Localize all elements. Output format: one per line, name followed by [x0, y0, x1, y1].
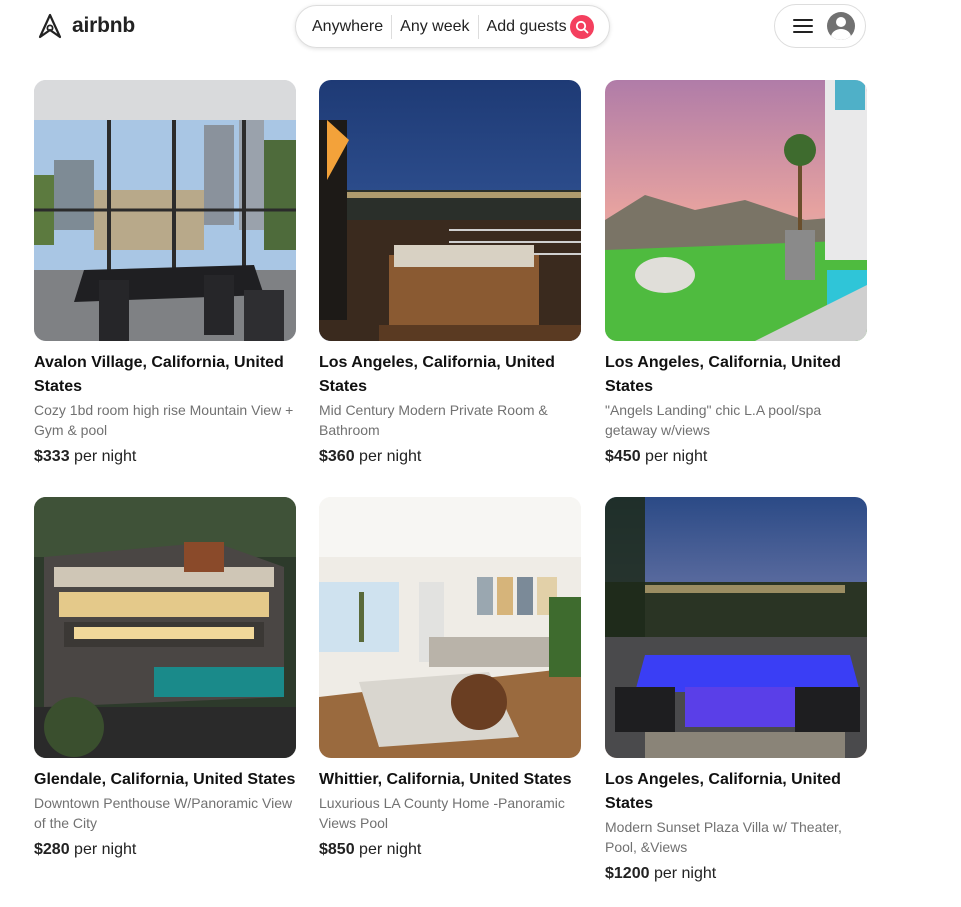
listing-card[interactable]: Whittier, California, United States Luxu…: [319, 497, 581, 861]
airbnb-logo-icon: [38, 13, 62, 39]
listing-price: $1200: [605, 865, 650, 882]
listing-location: Avalon Village, California, United State…: [34, 354, 284, 395]
user-avatar-icon: [827, 12, 855, 40]
listing-price: $850: [319, 841, 355, 858]
listing-photo[interactable]: [34, 497, 296, 758]
listing-card[interactable]: Glendale, California, United States Down…: [34, 497, 296, 861]
listing-price-line: $850 per night: [319, 839, 581, 861]
listing-description: "Angels Landing" chic L.A pool/spa getaw…: [605, 402, 822, 438]
listing-location: Los Angeles, California, United States: [605, 771, 841, 812]
listing-price-line: $1200 per night: [605, 863, 867, 885]
search-dates-button[interactable]: Any week: [392, 16, 477, 38]
listing-price-suffix: per night: [653, 865, 717, 882]
listing-price-suffix: per night: [359, 841, 422, 858]
brand-name: airbnb: [72, 14, 135, 37]
listing-description: Cozy 1bd room high rise Mountain View + …: [34, 402, 294, 438]
listing-card[interactable]: Los Angeles, California, United States "…: [605, 80, 867, 468]
listing-photo[interactable]: [34, 80, 296, 341]
listing-price-line: $280 per night: [34, 839, 296, 861]
listing-card[interactable]: Avalon Village, California, United State…: [34, 80, 296, 468]
listing-price: $450: [605, 448, 641, 465]
listing-location: Whittier, California, United States: [319, 771, 572, 788]
listing-photo[interactable]: [319, 80, 581, 341]
listing-location: Los Angeles, California, United States: [605, 354, 841, 395]
search-location-button[interactable]: Anywhere: [312, 16, 391, 38]
listing-photo[interactable]: [319, 497, 581, 758]
listing-price-line: $333 per night: [34, 446, 296, 468]
listing-description: Luxurious LA County Home -Panoramic View…: [319, 795, 565, 831]
hamburger-menu-icon: [793, 18, 813, 34]
listing-location: Los Angeles, California, United States: [319, 354, 555, 395]
listing-price-suffix: per night: [645, 448, 708, 465]
listing-price-suffix: per night: [74, 841, 137, 858]
listing-price: $333: [34, 448, 70, 465]
listing-price: $280: [34, 841, 70, 858]
user-menu-button[interactable]: [774, 4, 866, 48]
listing-price-suffix: per night: [359, 448, 422, 465]
listing-price: $360: [319, 448, 355, 465]
listing-card[interactable]: Los Angeles, California, United States M…: [605, 497, 867, 885]
listing-location: Glendale, California, United States: [34, 771, 296, 788]
listing-price-line: $450 per night: [605, 446, 867, 468]
search-icon: [575, 20, 589, 34]
listing-description: Downtown Penthouse W/Panoramic View of t…: [34, 795, 293, 831]
search-bar[interactable]: Anywhere Any week Add guests: [295, 5, 610, 48]
listing-description: Mid Century Modern Private Room & Bathro…: [319, 402, 548, 438]
listing-photo[interactable]: [605, 497, 867, 758]
brand-logo[interactable]: airbnb: [36, 12, 135, 40]
listing-photo[interactable]: [605, 80, 867, 341]
listing-price-line: $360 per night: [319, 446, 581, 468]
listing-description: Modern Sunset Plaza Villa w/ Theater, Po…: [605, 819, 842, 855]
search-guests-button[interactable]: Add guests: [479, 16, 575, 38]
listing-card[interactable]: Los Angeles, California, United States M…: [319, 80, 581, 468]
listing-price-suffix: per night: [74, 448, 137, 465]
search-submit-button[interactable]: [570, 15, 594, 39]
